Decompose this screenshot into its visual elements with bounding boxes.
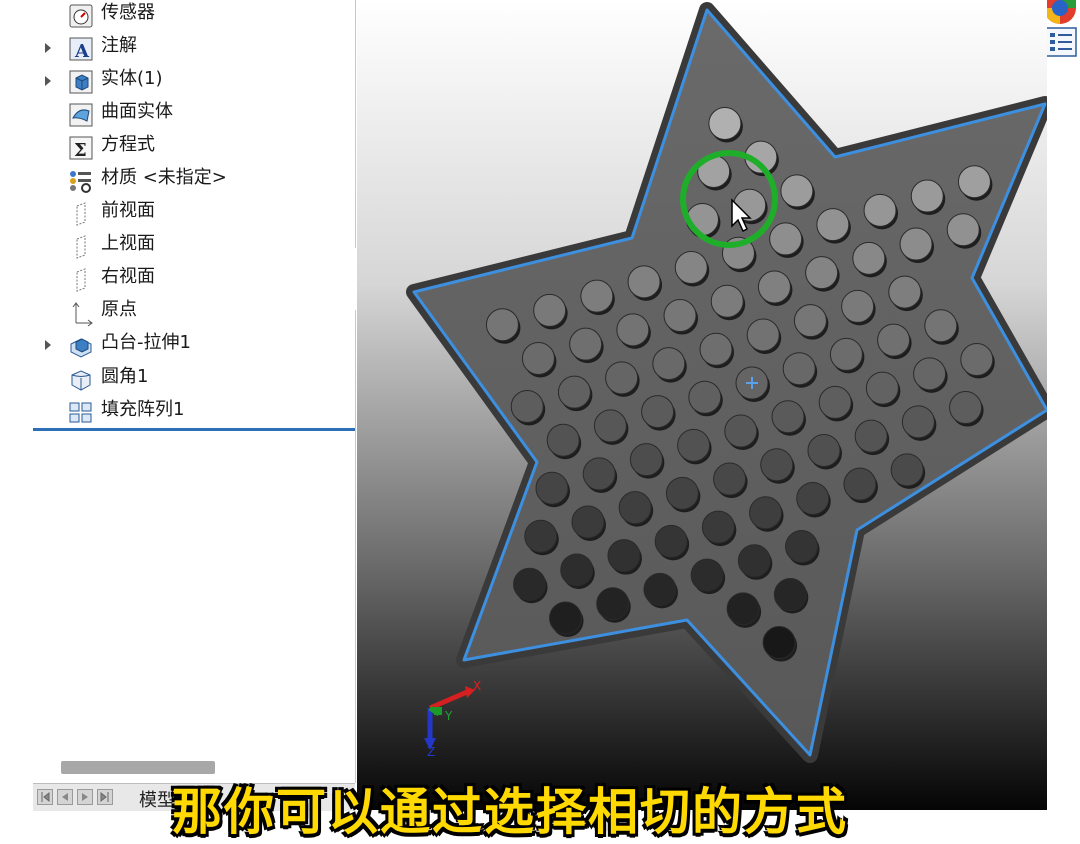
sensor-icon bbox=[69, 4, 93, 28]
svg-text:Σ: Σ bbox=[74, 140, 87, 161]
next-arrow-icon bbox=[82, 793, 88, 801]
boss-extrude-icon bbox=[70, 338, 92, 358]
tree-item-origin[interactable]: 原点 bbox=[33, 297, 355, 329]
expand-arrow-icon[interactable] bbox=[45, 76, 51, 86]
material-icon bbox=[70, 171, 91, 193]
equation-icon: Σ bbox=[69, 136, 93, 161]
axis-x-label: X bbox=[473, 679, 481, 693]
tree-item-label: 注解 bbox=[101, 35, 137, 56]
surface-body-icon bbox=[69, 103, 93, 127]
tree-item-material[interactable]: 材质 <未指定> bbox=[33, 165, 355, 197]
axis-triad: X Y Z bbox=[424, 679, 481, 759]
tree-item-surface-bodies[interactable]: 曲面实体 bbox=[33, 99, 355, 131]
first-arrow-icon bbox=[41, 791, 50, 803]
tree-item-right-plane[interactable]: 右视面 bbox=[33, 264, 355, 296]
tree-item-label: 填充阵列1 bbox=[101, 399, 185, 420]
tree-item-label: 方程式 bbox=[101, 134, 155, 155]
first-tab-button[interactable] bbox=[37, 789, 53, 805]
expand-arrow-icon[interactable] bbox=[45, 43, 51, 53]
tree-item-label: 圆角1 bbox=[101, 366, 149, 387]
previous-tab-button[interactable] bbox=[57, 789, 73, 805]
previous-arrow-icon bbox=[62, 793, 68, 801]
tree-item-label: 实体(1) bbox=[101, 68, 163, 89]
tab-model[interactable]: 模型 bbox=[139, 786, 175, 812]
expand-arrow-icon[interactable] bbox=[45, 340, 51, 350]
view-palette-icon[interactable] bbox=[1045, 27, 1077, 57]
last-tab-button[interactable] bbox=[97, 789, 113, 805]
tree-item-label: 前视面 bbox=[101, 200, 155, 221]
next-tab-button[interactable] bbox=[77, 789, 93, 805]
tree-item-annotations[interactable]: A 注解 bbox=[33, 33, 355, 65]
tree-item-label: 上视面 bbox=[101, 233, 155, 254]
tree-item-boss-extrude[interactable]: 凸台-拉伸1 bbox=[33, 330, 355, 362]
appearance-ball-icon[interactable] bbox=[1044, 0, 1076, 24]
fill-pattern-icon bbox=[69, 402, 92, 423]
tree-item-sensors[interactable]: 传感器 bbox=[33, 0, 355, 32]
fillet-icon bbox=[71, 370, 91, 391]
video-subtitle: 那你可以通过选择相切的方式 bbox=[172, 783, 848, 841]
solid-body-icon bbox=[69, 70, 93, 94]
tree-item-top-plane[interactable]: 上视面 bbox=[33, 231, 355, 263]
task-pane-buttons bbox=[1044, 0, 1077, 57]
plane-icon bbox=[76, 268, 86, 292]
model-scene: X Y Z bbox=[406, 2, 1047, 763]
tree-item-label: 传感器 bbox=[101, 2, 155, 23]
origin-icon bbox=[72, 302, 93, 327]
tree-item-fill-pattern[interactable]: 填充阵列1 bbox=[33, 397, 355, 429]
last-arrow-icon bbox=[100, 791, 109, 803]
feature-manager-tree: 传感器 A 注解 实体(1) 曲面实体 Σ 方程式 材质 <未指定> 前视面 上… bbox=[33, 0, 356, 783]
tree-item-equations[interactable]: Σ 方程式 bbox=[33, 132, 355, 164]
svg-text:A: A bbox=[74, 41, 90, 62]
graphics-viewport[interactable]: X Y Z bbox=[357, 0, 1047, 810]
plane-icon bbox=[76, 202, 86, 226]
axis-z-label: Z bbox=[427, 745, 435, 759]
tree-item-fillet[interactable]: 圆角1 bbox=[33, 364, 355, 396]
task-pane-strip bbox=[1044, 0, 1080, 810]
tree-item-label: 曲面实体 bbox=[101, 101, 173, 122]
tree-item-label: 材质 <未指定> bbox=[101, 167, 227, 188]
annotation-icon: A bbox=[69, 37, 93, 62]
tree-item-solid-bodies[interactable]: 实体(1) bbox=[33, 66, 355, 98]
tree-item-label: 右视面 bbox=[101, 266, 155, 287]
tree-rollback-bar[interactable] bbox=[33, 428, 355, 431]
plane-icon bbox=[76, 235, 86, 259]
axis-y-label: Y bbox=[444, 709, 453, 723]
tree-item-label: 凸台-拉伸1 bbox=[101, 332, 191, 353]
tree-item-front-plane[interactable]: 前视面 bbox=[33, 198, 355, 230]
tree-item-label: 原点 bbox=[101, 299, 137, 320]
